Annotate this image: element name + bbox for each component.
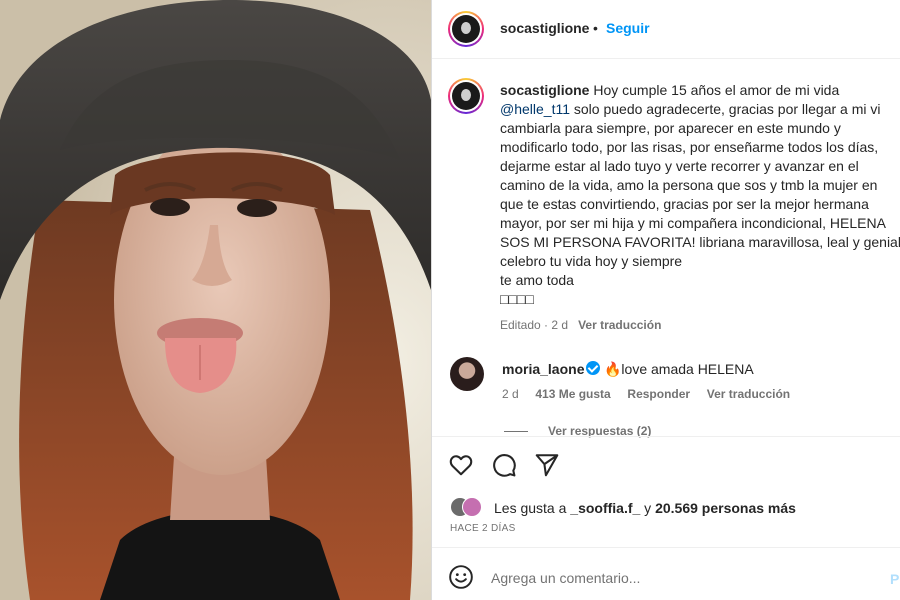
post-details-panel: socastiglione • Seguir socastiglione Hoy… [432, 0, 900, 600]
follow-button[interactable]: Seguir [606, 20, 650, 36]
heart-icon[interactable] [448, 452, 474, 478]
caption-line: modificarlo todo, por las risas, por ens… [500, 139, 879, 155]
caption-username[interactable]: socastiglione [500, 82, 589, 98]
likes-prefix: Les gusta a [494, 500, 571, 516]
header-separator: • [593, 20, 598, 36]
comment-divider [432, 547, 900, 548]
caption-line: SOS MI PERSONA FAVORITA! libriana maravi… [500, 234, 900, 250]
caption-mention[interactable]: @helle_t11 [500, 101, 570, 117]
comment-text: 🔥love amada HELENA [604, 361, 754, 377]
comment-likes[interactable]: 413 Me gusta [535, 387, 610, 401]
caption-line: celebro tu vida hoy y siempre [500, 253, 683, 269]
commenter-avatar[interactable] [450, 357, 484, 391]
liker-username[interactable]: _sooffia.f_ [570, 500, 640, 516]
comment-time: 2 d [502, 387, 519, 401]
actions-divider [432, 436, 900, 437]
add-comment-input[interactable] [491, 563, 871, 593]
likes-middle: y [640, 500, 656, 516]
likers-avatars[interactable] [450, 497, 490, 517]
author-username[interactable]: socastiglione [500, 20, 589, 36]
post-photo[interactable] [0, 0, 431, 600]
caption-line: solo puedo agradecerte, gracias por lleg… [570, 101, 881, 117]
likes-summary: Les gusta a _sooffia.f_ y 20.569 persona… [494, 500, 796, 516]
post-caption: socastiglione Hoy cumple 15 años el amor… [500, 81, 900, 309]
post-comment-button[interactable]: P [890, 571, 899, 587]
likes-count[interactable]: 20.569 personas más [655, 500, 796, 516]
caption-meta: Editado · 2 d Ver traducción [500, 318, 661, 332]
verified-badge-icon [586, 361, 600, 375]
comment-username[interactable]: moria_laone [502, 361, 584, 377]
selfie-image [0, 0, 431, 600]
caption-avatar[interactable] [448, 78, 484, 114]
author-avatar[interactable] [448, 11, 484, 47]
comment-translate-button[interactable]: Ver traducción [707, 387, 790, 401]
comment-reply-button[interactable]: Responder [627, 387, 690, 401]
emoji-icon[interactable] [448, 564, 474, 590]
post-header: socastiglione • Seguir [432, 0, 900, 59]
comment-icon[interactable] [491, 452, 517, 478]
caption-translate-button[interactable]: Ver traducción [578, 318, 661, 332]
caption-edited: Editado · 2 d [500, 318, 569, 332]
comment-meta: 2 d 413 Me gusta Responder Ver traducció… [502, 387, 790, 401]
caption-line: cambiarla para siempre, por aparecer en … [500, 120, 841, 136]
post-timestamp: HACE 2 DÍAS [450, 523, 516, 534]
caption-line: □□□□ [500, 291, 534, 307]
caption-line: que te estas convirtiendo, gracias por s… [500, 196, 869, 212]
caption-line: mayor, por ser mi hija y mi compañera in… [500, 215, 886, 231]
caption-line: camino de la vida, amo la persona que so… [500, 177, 878, 193]
liker-avatar [462, 497, 482, 517]
caption-line: Hoy cumple 15 años el amor de mi vida [593, 82, 840, 98]
caption-line: te amo toda [500, 272, 574, 288]
caption-line: dejarme estar al lado tuyo y verte recor… [500, 158, 859, 174]
send-icon[interactable] [534, 452, 560, 478]
